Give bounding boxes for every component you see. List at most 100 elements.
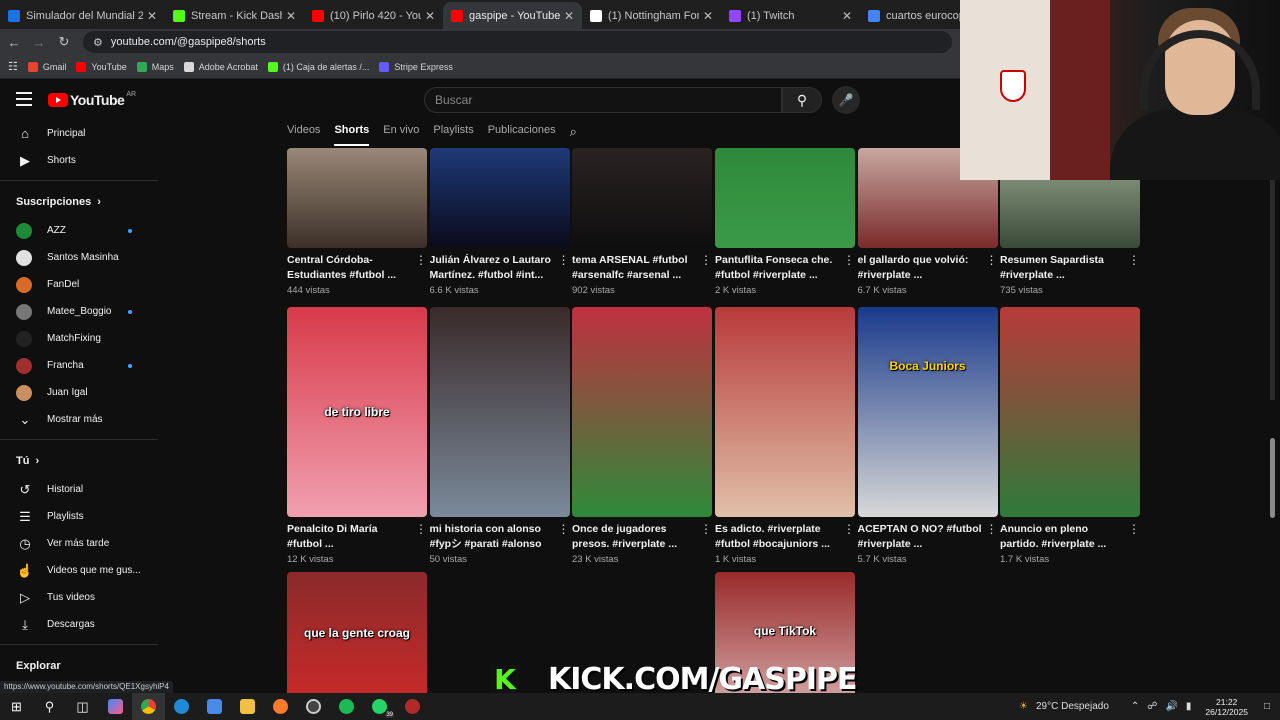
- short-title[interactable]: el gallardo que volvió: #riverplate ...: [858, 253, 998, 283]
- more-options-icon[interactable]: ⋮: [986, 253, 998, 267]
- short-title[interactable]: Penalcito Di María #futbol ...: [287, 522, 427, 552]
- edge-icon[interactable]: [165, 693, 198, 720]
- bookmark-item[interactable]: Adobe Acrobat: [183, 61, 258, 72]
- tab-playlists[interactable]: Playlists: [433, 124, 473, 146]
- sidebar-subscription[interactable]: FanDel: [0, 271, 158, 298]
- short-thumbnail[interactable]: [715, 307, 855, 517]
- short-card[interactable]: Es adicto. #riverplate #futbol #bocajuni…: [715, 307, 855, 565]
- clock[interactable]: 21:22 26/12/2025: [1205, 697, 1248, 717]
- close-icon[interactable]: ✕: [286, 9, 296, 23]
- weather-text[interactable]: 29°C Despejado: [1036, 701, 1109, 712]
- battery-icon[interactable]: ▮: [1186, 701, 1192, 712]
- short-card[interactable]: Anuncio en pleno partido. #riverplate ..…: [1000, 307, 1140, 565]
- sidebar-subscription[interactable]: Matee_Boggio: [0, 298, 158, 325]
- short-thumbnail[interactable]: Boca Juniors: [857, 307, 998, 517]
- short-card[interactable]: Julián Álvarez o Lautaro Martínez. #futb…: [429, 148, 570, 296]
- short-card[interactable]: Boca Juniors ACEPTAN O NO? #futbol #river…: [857, 307, 998, 565]
- sidebar-item-you[interactable]: ⤓ Descargas: [0, 611, 158, 638]
- short-title[interactable]: Julián Álvarez o Lautaro Martínez. #futb…: [430, 253, 570, 283]
- you-heading[interactable]: Tú ›: [0, 446, 158, 476]
- tab-en-vivo[interactable]: En vivo: [383, 124, 419, 146]
- more-options-icon[interactable]: ⋮: [843, 253, 855, 267]
- browser-tab[interactable]: Stream - Kick Dashboard ✕: [165, 2, 304, 29]
- close-icon[interactable]: ✕: [564, 9, 574, 23]
- scrollbar-thumb[interactable]: [1270, 438, 1275, 518]
- short-thumbnail[interactable]: [572, 307, 712, 517]
- more-options-icon[interactable]: ⋮: [700, 522, 712, 536]
- more-options-icon[interactable]: ⋮: [558, 522, 570, 536]
- short-title[interactable]: Anuncio en pleno partido. #riverplate ..…: [1000, 522, 1140, 552]
- file-explorer-icon[interactable]: [231, 693, 264, 720]
- firefox-icon[interactable]: [264, 693, 297, 720]
- notifications-icon[interactable]: □: [1264, 701, 1270, 712]
- browser-tab[interactable]: gaspipe - YouTube ✕: [443, 2, 582, 29]
- short-card[interactable]: de tiro libre Penalcito Di María #futbol …: [287, 307, 427, 565]
- sidebar-item-you[interactable]: ☝ Videos que me gus...: [0, 557, 158, 584]
- close-icon[interactable]: ✕: [425, 9, 435, 23]
- store-icon[interactable]: [198, 693, 231, 720]
- task-view-icon[interactable]: ◫: [66, 693, 99, 720]
- short-title[interactable]: mi historia con alonso #fypシ #parati #al…: [430, 522, 570, 552]
- bookmark-item[interactable]: Maps: [136, 61, 174, 72]
- search-input[interactable]: Buscar: [424, 87, 782, 113]
- browser-tab[interactable]: (1) Nottingham Forest en ✕: [582, 2, 721, 29]
- channel-search-icon[interactable]: ⌕: [570, 124, 577, 146]
- subscriptions-heading[interactable]: Suscripciones ›: [0, 187, 158, 217]
- more-options-icon[interactable]: ⋮: [558, 253, 570, 267]
- show-more-button[interactable]: ⌄ Mostrar más: [0, 406, 158, 433]
- sidebar-subscription[interactable]: Juan Igal: [0, 379, 158, 406]
- menu-icon[interactable]: [16, 92, 32, 106]
- bookmark-item[interactable]: (1) Caja de alertas /...: [267, 61, 369, 72]
- browser-tab[interactable]: Simulador del Mundial 20 ✕: [0, 2, 165, 29]
- sidebar-subscription[interactable]: AZZ: [0, 217, 158, 244]
- short-title[interactable]: Once de jugadores presos. #riverplate ..…: [572, 522, 712, 552]
- tab-videos[interactable]: Videos: [287, 124, 320, 146]
- browser-tab[interactable]: (10) Pirlo 420 - YouTube ✕: [304, 2, 443, 29]
- bookmark-item[interactable]: YouTube: [76, 61, 127, 72]
- apps-icon[interactable]: ☷: [8, 60, 18, 73]
- sidebar-item-you[interactable]: ◷ Ver más tarde: [0, 530, 158, 557]
- sidebar-item-you[interactable]: ☰ Playlists: [0, 503, 158, 530]
- bookmark-item[interactable]: Stripe Express: [379, 61, 453, 72]
- short-thumbnail[interactable]: [429, 307, 570, 517]
- short-thumbnail[interactable]: [715, 148, 855, 248]
- more-options-icon[interactable]: ⋮: [415, 522, 427, 536]
- more-options-icon[interactable]: ⋮: [1128, 253, 1140, 267]
- close-icon[interactable]: ✕: [147, 9, 157, 23]
- sidebar-subscription[interactable]: Santos Masinha: [0, 244, 158, 271]
- close-icon[interactable]: ✕: [842, 9, 852, 23]
- network-icon[interactable]: ☍: [1147, 701, 1157, 712]
- whatsapp-icon[interactable]: 39: [363, 693, 396, 720]
- browser-tab[interactable]: (1) Twitch ✕: [721, 2, 860, 29]
- short-card[interactable]: Once de jugadores presos. #riverplate ..…: [572, 307, 712, 565]
- short-thumbnail[interactable]: [572, 148, 712, 248]
- voice-search-button[interactable]: 🎤: [832, 86, 860, 114]
- short-card[interactable]: Central Córdoba-Estudiantes #futbol ... ⋮…: [287, 148, 427, 296]
- volume-icon[interactable]: 🔊: [1165, 701, 1177, 712]
- more-options-icon[interactable]: ⋮: [1128, 522, 1140, 536]
- short-title[interactable]: tema ARSENAL #futbol #arsenalfc #arsenal…: [572, 253, 712, 283]
- short-thumbnail[interactable]: de tiro libre: [287, 307, 427, 517]
- sidebar-item-you[interactable]: ↺ Historial: [0, 476, 158, 503]
- short-card[interactable]: mi historia con alonso #fypシ #parati #al…: [429, 307, 570, 565]
- sidebar-item-shorts[interactable]: ▶ Shorts: [0, 147, 158, 174]
- short-card[interactable]: Pantuflita Fonseca che. #futbol #riverpl…: [715, 148, 855, 296]
- back-icon[interactable]: ←: [3, 35, 25, 50]
- youtube-logo[interactable]: YouTube AR: [48, 91, 136, 108]
- tab-publicaciones[interactable]: Publicaciones: [488, 124, 556, 146]
- chrome-icon[interactable]: [132, 693, 165, 720]
- short-thumbnail[interactable]: [429, 148, 570, 248]
- short-title[interactable]: Resumen Sapardista #riverplate ...: [1000, 253, 1140, 283]
- forward-icon[interactable]: →: [28, 35, 50, 50]
- obs-icon[interactable]: [297, 693, 330, 720]
- bookmark-item[interactable]: Gmail: [27, 61, 66, 72]
- short-thumbnail[interactable]: que la gente croag: [287, 572, 427, 697]
- short-thumbnail[interactable]: [287, 148, 427, 248]
- more-options-icon[interactable]: ⋮: [986, 522, 998, 536]
- app-icon[interactable]: [396, 693, 429, 720]
- reload-icon[interactable]: ↻: [53, 34, 75, 50]
- close-icon[interactable]: ✕: [703, 9, 713, 23]
- copilot-icon[interactable]: [99, 693, 132, 720]
- short-title[interactable]: Es adicto. #riverplate #futbol #bocajuni…: [715, 522, 855, 552]
- more-options-icon[interactable]: ⋮: [415, 253, 427, 267]
